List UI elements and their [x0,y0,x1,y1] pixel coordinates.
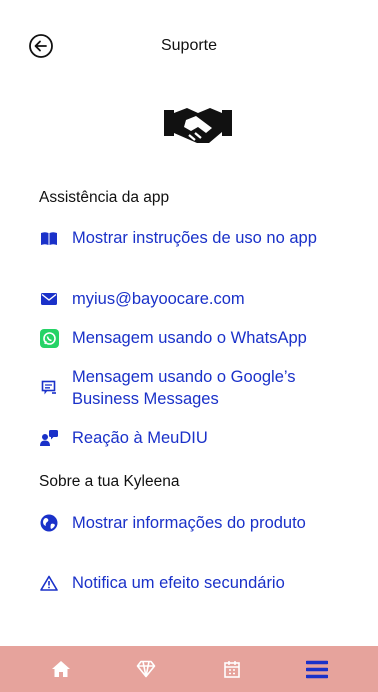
section-title-app-assistance: Assistência da app [39,189,170,206]
product-info-link[interactable]: Mostrar informações do produto [39,512,359,534]
whatsapp-link[interactable]: Mensagem usando o WhatsApp [39,327,359,349]
business-messages-link[interactable]: Mensagem usando o Google’s Business Mess… [39,366,359,410]
feedback-link[interactable]: Reação à MeuDIU [39,427,359,449]
email-link[interactable]: myius@bayoocare.com [39,288,359,310]
envelope-icon [39,289,59,309]
whatsapp-icon [39,328,59,348]
page-title: Suporte [160,37,218,54]
product-info-link-label: Mostrar informações do produto [72,514,306,532]
warning-icon [39,573,59,593]
side-effect-link[interactable]: Notifica um efeito secundário [39,572,359,594]
diamond-icon [136,660,156,678]
feedback-link-label: Reação à MeuDIU [72,429,208,447]
whatsapp-link-label: Mensagem usando o WhatsApp [72,329,307,347]
section-title-about-kyleena: Sobre a tua Kyleena [39,473,180,490]
tab-calendar[interactable] [212,649,252,689]
tab-home[interactable] [41,649,81,689]
header: Suporte [0,0,378,92]
book-icon [39,228,59,248]
feedback-icon [39,428,59,448]
calendar-icon [223,661,240,678]
tab-menu[interactable] [297,649,337,689]
business-messages-link-label: Mensagem usando o Google’s Business Mess… [72,368,296,408]
handshake-icon [160,102,236,148]
menu-icon [306,660,329,678]
home-icon [51,661,70,677]
bottom-tab-bar [0,646,378,692]
instructions-link[interactable]: Mostrar instruções de uso no app [39,227,359,249]
side-effect-link-label: Notifica um efeito secundário [72,574,285,592]
globe-icon [39,513,59,533]
email-link-label: myius@bayoocare.com [72,290,245,308]
chat-icon [39,378,59,398]
instructions-link-label: Mostrar instruções de uso no app [72,229,317,247]
tab-product[interactable] [126,649,166,689]
